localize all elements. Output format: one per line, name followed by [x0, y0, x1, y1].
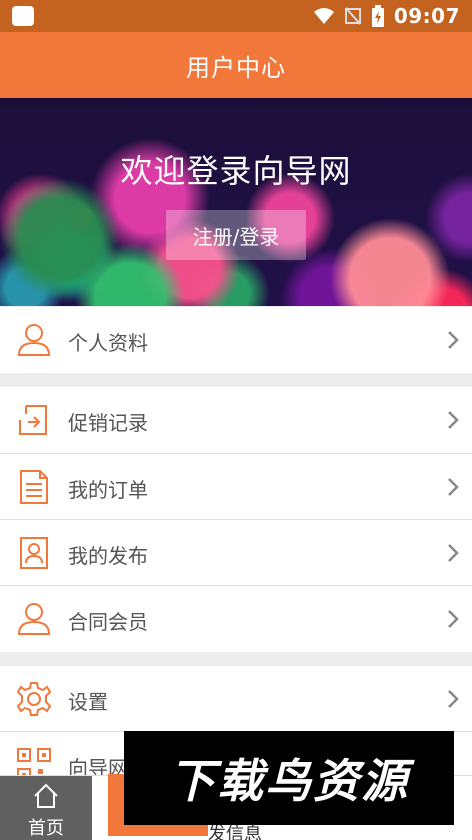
export-icon: [19, 405, 47, 435]
menu-item-profile[interactable]: 个人资料: [0, 307, 472, 373]
chevron-right-icon: [448, 478, 459, 496]
home-icon: [34, 783, 58, 808]
menu-item-label: 设置: [68, 690, 108, 714]
document-icon: [20, 470, 48, 504]
gear-icon: [16, 682, 52, 716]
app-bar: 用户中心: [0, 32, 472, 98]
menu-item-label: 我的发布: [68, 544, 148, 568]
nav-home[interactable]: 首页: [0, 776, 92, 840]
menu-item-settings[interactable]: 设置: [0, 666, 472, 732]
menu-item-orders[interactable]: 我的订单: [0, 454, 472, 520]
chevron-right-icon: [448, 411, 459, 429]
menu-item-label: 促销记录: [68, 411, 148, 435]
notification-icon: [12, 6, 34, 26]
no-signal-icon: [344, 7, 361, 25]
chevron-right-icon: [448, 544, 459, 562]
watermark-overlay: 下载鸟资源: [124, 731, 454, 825]
welcome-title: 欢迎登录向导网: [120, 152, 352, 190]
menu-item-posts[interactable]: 我的发布: [0, 520, 472, 586]
nav-home-label: 首页: [28, 818, 64, 839]
chevron-right-icon: [448, 690, 459, 708]
chevron-right-icon: [448, 331, 459, 349]
status-time: 09:07: [393, 4, 460, 28]
menu-item-label: 我的订单: [68, 478, 148, 502]
register-login-button[interactable]: 注册/登录: [166, 210, 306, 260]
status-icons: 09:07: [313, 4, 460, 28]
contact-card-icon: [20, 537, 48, 569]
hero-banner: 欢迎登录向导网 注册/登录: [0, 98, 472, 306]
menu-item-members[interactable]: 合同会员: [0, 586, 472, 652]
menu-item-promo[interactable]: 促销记录: [0, 387, 472, 453]
watermark-text: 下载鸟资源: [169, 754, 409, 808]
menu-item-label: 个人资料: [68, 331, 148, 355]
person-icon: [17, 324, 51, 356]
menu-item-label: 合同会员: [68, 610, 148, 634]
status-bar: 09:07: [0, 0, 472, 32]
page-title: 用户中心: [186, 53, 286, 82]
battery-charging-icon: [371, 5, 384, 27]
wifi-icon: [313, 8, 334, 24]
chevron-right-icon: [448, 610, 459, 628]
person-icon: [17, 603, 51, 635]
